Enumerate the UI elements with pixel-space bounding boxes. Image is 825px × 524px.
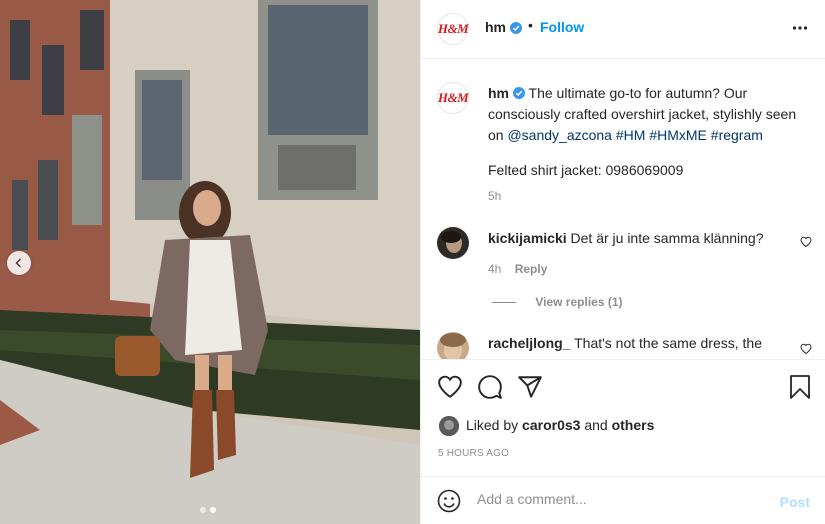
verified-badge-icon bbox=[510, 22, 522, 34]
follow-button[interactable]: Follow bbox=[540, 19, 584, 35]
view-replies-label: View replies (1) bbox=[535, 295, 623, 309]
account-avatar[interactable]: H&M bbox=[437, 13, 469, 45]
comment-text: kickijamicki Det är ju inte samma klänni… bbox=[488, 230, 764, 246]
carousel-dots bbox=[200, 507, 216, 513]
comments-section[interactable]: H&M hm The ultimate go-to for autumn? Ou… bbox=[421, 60, 825, 359]
hm-logo: H&M bbox=[437, 21, 469, 36]
caption-text: hm The ultimate go-to for autumn? Our co… bbox=[488, 83, 813, 181]
caption-time[interactable]: 5h bbox=[488, 189, 501, 203]
verified-badge-icon bbox=[512, 87, 525, 99]
likes-others[interactable]: others bbox=[612, 417, 655, 433]
carousel-dot-active bbox=[210, 507, 216, 513]
comment-body: Det är ju inte samma klänning? bbox=[570, 230, 764, 246]
post-actions: Liked by caror0s3 and others 5 HOURS AGO bbox=[421, 359, 825, 479]
view-replies-button[interactable]: View replies (1) bbox=[492, 295, 623, 309]
comment-input[interactable] bbox=[477, 491, 767, 507]
emoji-icon[interactable] bbox=[437, 489, 461, 513]
hashtag-link[interactable]: #regram bbox=[711, 127, 763, 143]
comment-username[interactable]: kickijamicki bbox=[488, 230, 567, 246]
more-options-icon[interactable] bbox=[792, 20, 808, 36]
post-timestamp[interactable]: 5 HOURS AGO bbox=[438, 448, 509, 459]
comment-meta: 4h Reply bbox=[488, 262, 547, 276]
mention-link[interactable]: @sandy_azcona bbox=[507, 127, 612, 143]
carousel-prev-button[interactable] bbox=[7, 251, 31, 275]
commenter-avatar[interactable] bbox=[437, 332, 469, 359]
comment-time[interactable]: 4h bbox=[488, 262, 501, 276]
likes-user[interactable]: caror0s3 bbox=[522, 417, 580, 433]
hashtag-link[interactable]: #HM bbox=[616, 127, 646, 143]
commenter-avatar[interactable] bbox=[437, 227, 469, 259]
comment-like-icon[interactable] bbox=[800, 343, 812, 355]
comment-bubble-icon[interactable] bbox=[477, 374, 503, 400]
reply-button[interactable]: Reply bbox=[515, 262, 548, 276]
caption-product-line: Felted shirt jacket: 0986069009 bbox=[488, 162, 684, 178]
liker-avatar[interactable] bbox=[439, 416, 459, 436]
share-paper-plane-icon[interactable] bbox=[517, 374, 543, 400]
save-bookmark-icon[interactable] bbox=[788, 374, 812, 400]
caption-username[interactable]: hm bbox=[488, 85, 509, 101]
likes-prefix: Liked by bbox=[466, 417, 519, 433]
post-photo[interactable] bbox=[0, 0, 420, 524]
comment-text: racheljlong_ That's not the same dress, … bbox=[488, 335, 762, 351]
avatar-image bbox=[437, 332, 469, 359]
caption-avatar[interactable]: H&M bbox=[437, 82, 469, 114]
likes-text: Liked by caror0s3 and others bbox=[466, 417, 654, 433]
likes-joiner: and bbox=[584, 417, 608, 433]
comment-username[interactable]: racheljlong_ bbox=[488, 335, 570, 351]
hashtag-link[interactable]: #HMxME bbox=[649, 127, 707, 143]
avatar-image bbox=[437, 227, 469, 259]
like-heart-icon[interactable] bbox=[437, 374, 463, 400]
account-username[interactable]: hm bbox=[485, 19, 506, 35]
post-image bbox=[0, 0, 420, 524]
view-replies-line bbox=[492, 302, 516, 304]
carousel-dot bbox=[200, 507, 206, 513]
add-comment-bar: Post bbox=[421, 476, 825, 524]
post-comment-button[interactable]: Post bbox=[780, 494, 810, 510]
comment-like-icon[interactable] bbox=[800, 236, 812, 248]
header-separator: • bbox=[528, 17, 533, 33]
chevron-left-icon bbox=[15, 258, 22, 268]
post-header: H&M hm • Follow bbox=[421, 0, 825, 59]
hm-logo: H&M bbox=[437, 90, 469, 105]
avatar-image bbox=[439, 416, 459, 436]
comment-body: That's not the same dress, the bbox=[574, 335, 762, 351]
post-side-panel: H&M hm • Follow H&M hm The ultimate go-t… bbox=[420, 0, 825, 524]
